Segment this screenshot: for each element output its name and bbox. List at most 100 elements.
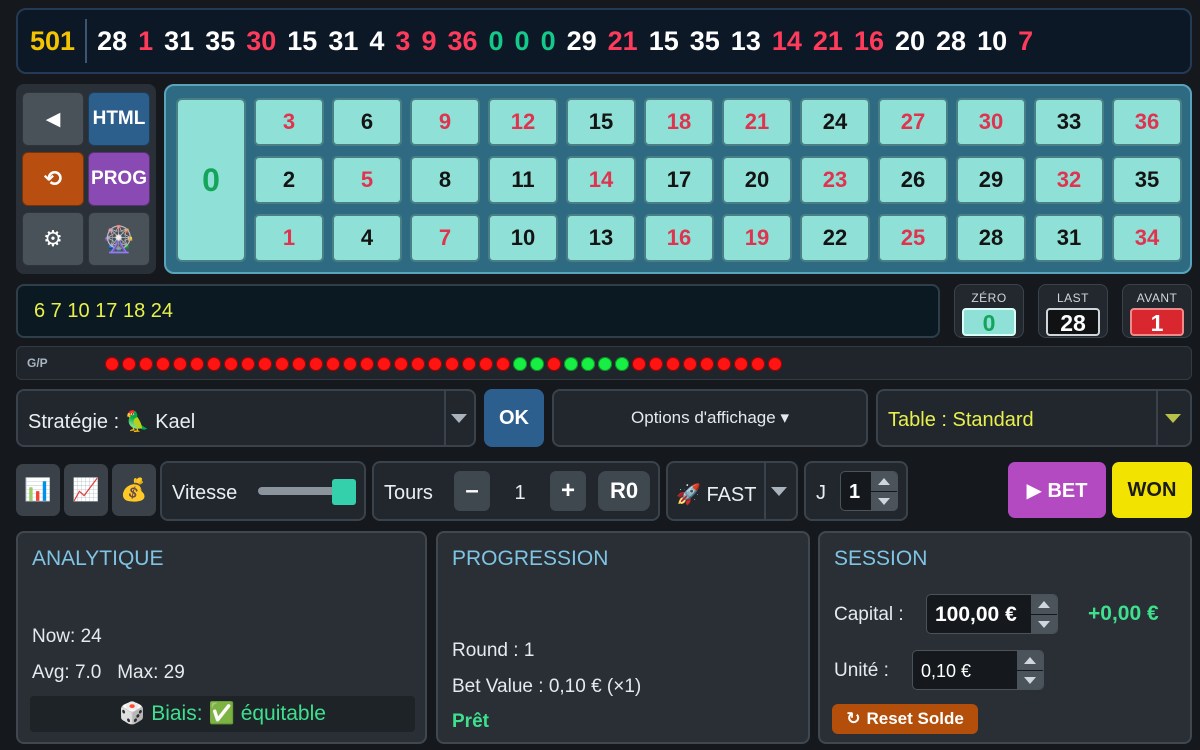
money-button[interactable]: 💰: [112, 464, 156, 516]
loss-dot: [122, 357, 136, 371]
grid-cell[interactable]: 12: [488, 98, 558, 146]
grid-cell[interactable]: 19: [722, 214, 792, 262]
grid-cell[interactable]: 18: [644, 98, 714, 146]
strategy-select[interactable]: Stratégie : 🦜 Kael: [16, 389, 476, 447]
grid-cell[interactable]: 31: [1034, 214, 1104, 262]
grid-cell[interactable]: 30: [956, 98, 1026, 146]
grid-cell[interactable]: 25: [878, 214, 948, 262]
grid-cell[interactable]: 7: [410, 214, 480, 262]
html-button[interactable]: HTML: [88, 92, 150, 146]
grid-cell[interactable]: 21: [722, 98, 792, 146]
loss-dot: [309, 357, 323, 371]
tours-label: Tours: [384, 482, 433, 504]
loss-dot: [139, 357, 153, 371]
grid-cell[interactable]: 8: [410, 156, 480, 204]
reset-balance-button[interactable]: ↻ Reset Solde: [832, 704, 978, 734]
back-icon: ◀: [45, 108, 61, 130]
grid-cell[interactable]: 23: [800, 156, 870, 204]
j-input[interactable]: 1: [840, 471, 898, 511]
loss-dot: [649, 357, 663, 371]
tours-control: Tours – 1 + R0: [372, 461, 660, 521]
table-select-value: Table : Standard: [888, 409, 1034, 431]
r0-button[interactable]: R0: [598, 471, 650, 511]
j-control: J 1: [804, 461, 908, 521]
loss-dot: [105, 357, 119, 371]
history-number: 28: [97, 26, 128, 56]
grid-cell[interactable]: 15: [566, 98, 636, 146]
loss-dot: [700, 357, 714, 371]
unit-increment[interactable]: [1017, 651, 1043, 670]
grid-cell[interactable]: 14: [566, 156, 636, 204]
history-number: 30: [246, 26, 277, 56]
grid-cell[interactable]: 16: [644, 214, 714, 262]
grid-cell[interactable]: 29: [956, 156, 1026, 204]
history-number: 21: [812, 26, 843, 56]
loss-dot: [360, 357, 374, 371]
trend-button[interactable]: 📈: [64, 464, 108, 516]
speed-mode-select[interactable]: 🚀 FAST: [666, 461, 798, 521]
grid-cell[interactable]: 17: [644, 156, 714, 204]
unit-input[interactable]: 0,10 €: [912, 650, 1044, 690]
speed-mode-text: 🚀 FAST: [676, 482, 766, 507]
capital-decrement[interactable]: [1031, 615, 1057, 633]
grid-cell[interactable]: 27: [878, 98, 948, 146]
grid-cell[interactable]: 4: [332, 214, 402, 262]
bet-button[interactable]: ▶ BET: [1008, 462, 1106, 518]
grid-cell[interactable]: 20: [722, 156, 792, 204]
capital-input[interactable]: 100,00 €: [926, 594, 1058, 634]
grid-cell[interactable]: 26: [878, 156, 948, 204]
settings-button[interactable]: ⚙: [22, 212, 84, 266]
table-select[interactable]: Table : Standard: [876, 389, 1192, 447]
wheel-button[interactable]: 🎡: [88, 212, 150, 266]
grid-cell[interactable]: 1: [254, 214, 324, 262]
speed-mode-value: FAST: [706, 484, 757, 506]
grid-cell[interactable]: 5: [332, 156, 402, 204]
loss-dot: [326, 357, 340, 371]
grid-cell[interactable]: 2: [254, 156, 324, 204]
loss-dot: [292, 357, 306, 371]
grid-cell[interactable]: 33: [1034, 98, 1104, 146]
refresh-button[interactable]: ⟲: [22, 152, 84, 206]
last-indicator-label: LAST: [1056, 291, 1089, 305]
won-button[interactable]: WON: [1112, 462, 1192, 518]
unit-decrement[interactable]: [1017, 671, 1043, 689]
grid-cell[interactable]: 13: [566, 214, 636, 262]
tours-decrement-button[interactable]: –: [454, 471, 490, 511]
speed-mode-divider: [764, 463, 766, 519]
numbers-field[interactable]: 6 7 10 17 18 24: [16, 284, 940, 338]
history-number: 14: [771, 26, 802, 56]
grid-cell[interactable]: 34: [1112, 214, 1182, 262]
grid-cell[interactable]: 35: [1112, 156, 1182, 204]
roulette-grid: 0 3 6 9 12 15 18 21 24 27 30 33 36 2 5 8 11 14 17 20 23 26 29…: [164, 84, 1192, 274]
reset-label: Reset Solde: [866, 709, 964, 728]
grid-cell[interactable]: 3: [254, 98, 324, 146]
history-number: 29: [566, 26, 597, 56]
capital-increment[interactable]: [1031, 595, 1057, 614]
money-bag-icon: 💰: [120, 477, 148, 502]
grid-cell-zero[interactable]: 0: [176, 98, 246, 262]
grid-cell[interactable]: 28: [956, 214, 1026, 262]
gain-dot: [615, 357, 629, 371]
chevron-up-icon: [1038, 601, 1050, 608]
j-decrement[interactable]: [871, 492, 897, 511]
grid-cell[interactable]: 6: [332, 98, 402, 146]
stats-chart-button[interactable]: 📊: [16, 464, 60, 516]
display-options-button[interactable]: Options d'affichage ▾: [552, 389, 868, 447]
j-increment[interactable]: [871, 472, 897, 491]
grid-cell[interactable]: 32: [1034, 156, 1104, 204]
grid-cell[interactable]: 10: [488, 214, 558, 262]
grid-cell[interactable]: 11: [488, 156, 558, 204]
back-button[interactable]: ◀: [22, 92, 84, 146]
zero-indicator: ZÉRO 0: [954, 284, 1024, 338]
grid-cell[interactable]: 24: [800, 98, 870, 146]
loss-dot: [428, 357, 442, 371]
grid-cell[interactable]: 36: [1112, 98, 1182, 146]
speed-slider-thumb[interactable]: [331, 479, 356, 505]
chevron-down-icon: [1024, 677, 1036, 684]
grid-cell[interactable]: 22: [800, 214, 870, 262]
prog-button[interactable]: PROG: [88, 152, 150, 206]
grid-cell[interactable]: 9: [410, 98, 480, 146]
tours-increment-button[interactable]: +: [550, 471, 586, 511]
ok-button[interactable]: OK: [484, 389, 544, 447]
loss-dot: [445, 357, 459, 371]
